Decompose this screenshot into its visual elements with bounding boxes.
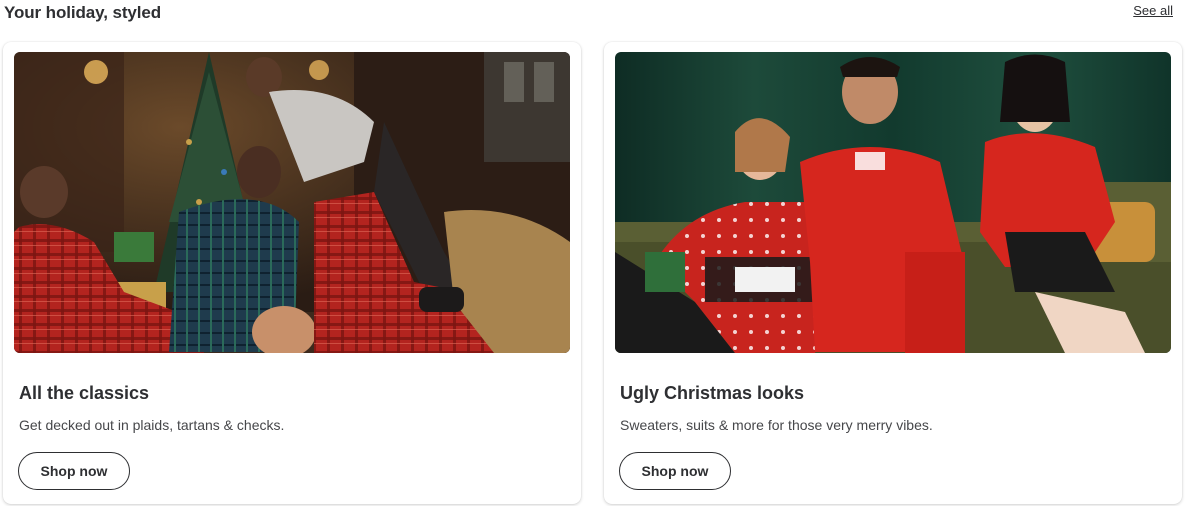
family-photo xyxy=(14,52,570,353)
section-header: Your holiday, styled See all xyxy=(0,0,1185,30)
card-description: Get decked out in plaids, tartans & chec… xyxy=(19,417,285,433)
card-image-classics[interactable] xyxy=(14,52,570,353)
card-image-ugly-christmas[interactable] xyxy=(615,52,1171,353)
shop-now-button[interactable]: Shop now xyxy=(18,452,130,490)
promo-card-ugly-christmas[interactable]: Ugly Christmas looks Sweaters, suits & m… xyxy=(604,42,1182,504)
friends-photo xyxy=(615,52,1171,353)
shop-now-button[interactable]: Shop now xyxy=(619,452,731,490)
card-title: All the classics xyxy=(19,383,150,403)
see-all-link[interactable]: See all xyxy=(1133,3,1173,18)
card-description: Sweaters, suits & more for those very me… xyxy=(620,417,933,433)
section-title: Your holiday, styled xyxy=(4,3,162,22)
card-title: Ugly Christmas looks xyxy=(620,383,805,403)
promo-card-classics[interactable]: All the classics Get decked out in plaid… xyxy=(3,42,581,504)
